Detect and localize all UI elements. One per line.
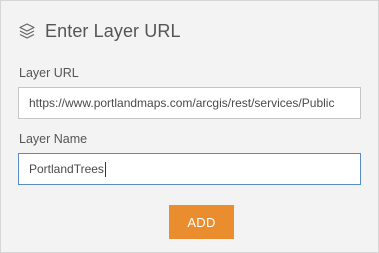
layers-icon (18, 22, 36, 40)
text-caret (104, 161, 106, 177)
panel-header: Enter Layer URL (18, 18, 181, 44)
layer-name-value: PortlandTrees (29, 162, 104, 176)
layer-name-input[interactable]: PortlandTrees (18, 153, 361, 185)
enter-layer-url-panel: Enter Layer URL Layer URL https://www.po… (0, 0, 379, 253)
panel-title: Enter Layer URL (45, 20, 181, 41)
layer-name-label: Layer Name (19, 132, 88, 146)
layer-url-value: https://www.portlandmaps.com/arcgis/rest… (29, 96, 335, 110)
layer-url-input[interactable]: https://www.portlandmaps.com/arcgis/rest… (18, 87, 361, 119)
add-button[interactable]: ADD (169, 205, 234, 239)
layer-url-label: Layer URL (19, 66, 79, 80)
